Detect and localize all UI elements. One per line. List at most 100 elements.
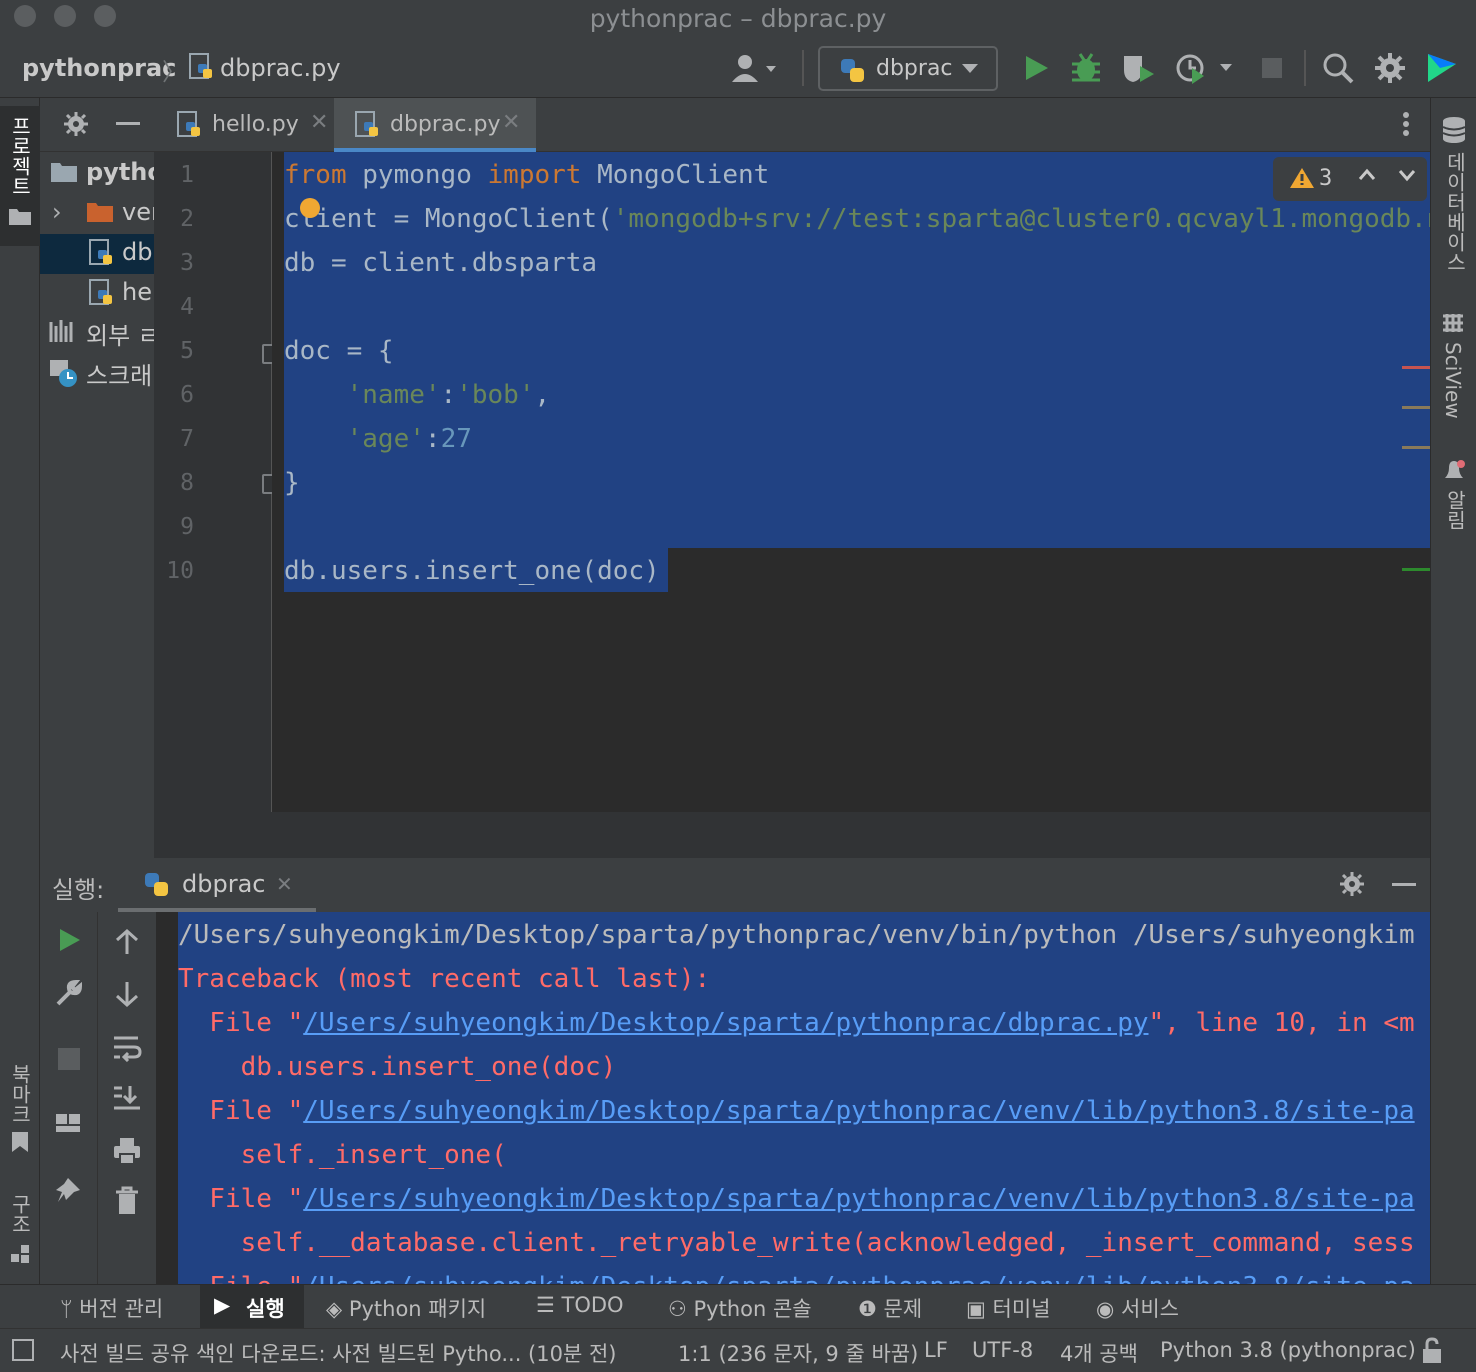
breadcrumb-project[interactable]: pythonprac xyxy=(22,54,176,82)
tree-item-hello[interactable]: hel xyxy=(40,274,154,314)
file-encoding[interactable]: UTF-8 xyxy=(972,1338,1033,1362)
tool-label: 버전 관리 xyxy=(79,1297,164,1321)
run-icon[interactable] xyxy=(1018,50,1054,86)
tree-item-external-libraries[interactable]: 외부 ㄹ xyxy=(40,312,154,352)
soft-wrap-icon[interactable] xyxy=(112,1034,142,1066)
inspection-widget[interactable]: 3 xyxy=(1273,157,1427,201)
console-line: File "/Users/suhyeongkim/Desktop/sparta/… xyxy=(178,1089,1414,1133)
search-icon[interactable] xyxy=(1320,50,1356,86)
gear-icon[interactable] xyxy=(1338,870,1366,902)
tree-item-project-root[interactable]: pytho xyxy=(40,154,154,194)
print-icon[interactable] xyxy=(112,1136,142,1170)
warning-stripe-marker[interactable] xyxy=(1402,406,1430,409)
notifications-tool-button[interactable]: 알림 xyxy=(1431,454,1476,534)
services-icon: ◉ xyxy=(1096,1297,1121,1321)
tree-item-venv[interactable]: › ver xyxy=(40,194,154,234)
toolbar-divider xyxy=(1304,50,1306,86)
profile-icon[interactable] xyxy=(1174,50,1232,86)
python-file-icon xyxy=(354,110,384,146)
settings-gear-icon[interactable] xyxy=(1372,50,1408,86)
notifications-tool-label: 알림 xyxy=(1443,490,1467,530)
python-packages-tool-button[interactable]: ◈ Python 패키지 xyxy=(326,1293,486,1323)
close-tab-icon[interactable]: ✕ xyxy=(502,110,520,135)
arrow-up-icon[interactable] xyxy=(114,928,140,960)
tool-windows-toggle-icon[interactable] xyxy=(12,1339,34,1361)
wrench-icon[interactable] xyxy=(54,978,84,1012)
more-vertical-icon[interactable] xyxy=(1398,110,1414,144)
console-file-link[interactable]: /Users/suhyeongkim/Desktop/sparta/python… xyxy=(303,1184,1414,1214)
indent-setting[interactable]: 4개 공백 xyxy=(1060,1338,1138,1368)
line-number: 8 xyxy=(180,470,194,496)
python-file-icon xyxy=(176,110,206,146)
code-with-me-icon[interactable] xyxy=(1424,50,1460,86)
sciview-tool-button[interactable]: SciView xyxy=(1431,308,1476,428)
run-tab-dbprac[interactable]: dbprac ✕ xyxy=(118,858,316,912)
stop-icon[interactable] xyxy=(1256,50,1292,86)
rerun-icon[interactable] xyxy=(56,926,84,958)
scroll-to-end-icon[interactable] xyxy=(112,1084,142,1116)
run-configuration-select[interactable]: dbprac xyxy=(818,46,998,91)
database-icon xyxy=(1441,116,1467,148)
trash-icon[interactable] xyxy=(114,1186,140,1220)
editor-horizontal-scrollbar[interactable] xyxy=(154,812,1430,858)
intention-bulb-icon[interactable] xyxy=(300,198,320,218)
status-bar: 사전 빌드 공유 색인 다운로드: 사전 빌드된 Pytho... (10분 전… xyxy=(0,1328,1476,1372)
pin-icon[interactable] xyxy=(54,1174,84,1208)
minimize-icon[interactable] xyxy=(116,122,140,125)
console-file-link[interactable]: /Users/suhyeongkim/Desktop/sparta/python… xyxy=(303,1272,1414,1284)
error-stripe-marker[interactable] xyxy=(1402,366,1430,369)
scratches-clock-icon xyxy=(48,358,80,392)
debug-icon[interactable] xyxy=(1068,50,1104,86)
database-tool-button[interactable]: 데이터베이스 xyxy=(1431,114,1476,284)
services-tool-button[interactable]: ◉ 서비스 xyxy=(1096,1293,1179,1323)
breadcrumb-file[interactable]: dbprac.py xyxy=(220,54,341,82)
line-separator[interactable]: LF xyxy=(924,1338,948,1362)
run-toolbar-secondary xyxy=(98,912,156,1284)
tab-hello-py[interactable]: hello.py ✕ xyxy=(164,98,332,152)
console-line: File "/Users/suhyeongkim/Desktop/sparta/… xyxy=(178,1265,1414,1284)
python-console-tool-button[interactable]: ⚇ Python 콘솔 xyxy=(668,1293,812,1323)
chevron-down-icon[interactable] xyxy=(1397,165,1417,191)
todo-tool-button[interactable]: ☰ TODO xyxy=(536,1293,624,1317)
tab-dbprac-py[interactable]: dbprac.py ✕ xyxy=(334,98,536,152)
tree-item-dbprac[interactable]: db xyxy=(40,234,154,274)
bookmarks-tool-button[interactable]: 북마크 xyxy=(0,1058,40,1158)
python-file-icon xyxy=(88,238,118,274)
structure-tool-button[interactable]: 구조 xyxy=(0,1188,40,1278)
problems-tool-button[interactable]: ❶ 문제 xyxy=(858,1293,922,1323)
unlock-icon[interactable] xyxy=(1420,1337,1444,1369)
breadcrumb-separator-icon: 〉 xyxy=(162,58,186,86)
terminal-tool-button[interactable]: ▣ 터미널 xyxy=(966,1293,1051,1323)
chevron-up-icon[interactable] xyxy=(1357,165,1377,191)
python-file-icon xyxy=(188,52,216,86)
tree-item-scratches[interactable]: 스크래 xyxy=(40,352,154,392)
console-file-link[interactable]: /Users/suhyeongkim/Desktop/sparta/python… xyxy=(303,1008,1148,1038)
project-tool-button[interactable]: 프로젝트 xyxy=(0,106,40,246)
console-file-link[interactable]: /Users/suhyeongkim/Desktop/sparta/python… xyxy=(303,1096,1414,1126)
run-with-coverage-icon[interactable] xyxy=(1120,50,1156,86)
close-tab-icon[interactable]: ✕ xyxy=(310,110,328,135)
python-interpreter[interactable]: Python 3.8 (pythonprac) xyxy=(1160,1338,1416,1362)
warning-stripe-marker[interactable] xyxy=(1402,446,1430,449)
console-line: db.users.insert_one(doc) xyxy=(178,1052,617,1082)
account-icon[interactable] xyxy=(730,52,784,86)
run-tool-button[interactable]: ▶ 실행 xyxy=(200,1285,304,1329)
run-console-output[interactable]: /Users/suhyeongkim/Desktop/sparta/python… xyxy=(156,912,1430,1284)
close-tab-icon[interactable]: ✕ xyxy=(276,872,293,896)
status-message[interactable]: 사전 빌드 공유 색인 다운로드: 사전 빌드된 Pytho... (10분 전… xyxy=(60,1338,616,1368)
chevron-down-icon xyxy=(960,60,980,80)
minimize-icon[interactable] xyxy=(1392,883,1416,886)
arrow-down-icon[interactable] xyxy=(114,980,140,1012)
version-control-tool-button[interactable]: ᛘ 버전 관리 xyxy=(60,1293,163,1323)
tool-label: TODO xyxy=(561,1293,624,1317)
caret-position[interactable]: 1:1 (236 문자, 9 줄 바꿈) xyxy=(678,1338,918,1368)
gear-icon[interactable] xyxy=(62,110,90,142)
tool-label: Python 콘솔 xyxy=(693,1297,812,1321)
layout-icon[interactable] xyxy=(54,1110,84,1140)
folder-icon xyxy=(8,206,32,230)
code-editor[interactable]: from pymongo import MongoClient client =… xyxy=(272,152,1474,812)
tool-window-bar: ᛘ 버전 관리 ▶ 실행 ◈ Python 패키지 ☰ TODO ⚇ Pytho… xyxy=(0,1284,1476,1329)
right-tool-strip: 데이터베이스 SciView 알림 xyxy=(1430,98,1476,1288)
tree-item-label: pytho xyxy=(86,158,154,186)
stop-icon[interactable] xyxy=(58,1048,80,1070)
